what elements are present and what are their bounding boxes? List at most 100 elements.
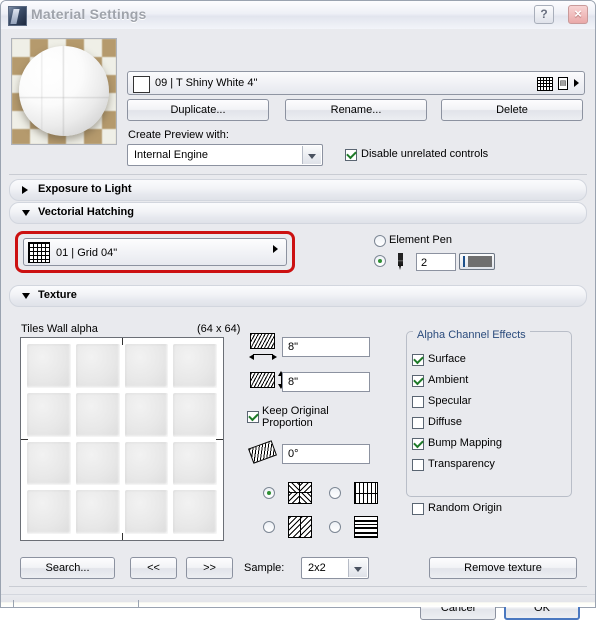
- close-icon[interactable]: ×: [568, 5, 588, 24]
- pen-number-input[interactable]: 2: [416, 253, 456, 271]
- alpha-transparency-checkbox[interactable]: [412, 459, 424, 471]
- help-button[interactable]: ?: [534, 5, 554, 24]
- alpha-diffuse-label: Diffuse: [428, 416, 463, 428]
- random-origin-checkbox[interactable]: [412, 503, 424, 515]
- app-icon: [8, 6, 27, 26]
- element-pen-radio[interactable]: [374, 235, 386, 247]
- disable-unrelated-checkbox[interactable]: [345, 149, 357, 161]
- tile: [124, 441, 169, 486]
- remove-texture-button[interactable]: Remove texture: [429, 557, 577, 579]
- section-hatching-label: Vectorial Hatching: [38, 206, 134, 218]
- alpha-surface-checkbox[interactable]: [412, 354, 424, 366]
- sample-select[interactable]: 2x2: [301, 557, 369, 579]
- pattern-normal-radio[interactable]: [263, 487, 275, 499]
- keep-proportion-label: Keep Original Proportion: [262, 405, 329, 429]
- section-exposure-label: Exposure to Light: [38, 183, 132, 195]
- pen-icon: [398, 253, 403, 270]
- next-button-label: >>: [203, 562, 216, 574]
- alpha-transparency-label: Transparency: [428, 458, 495, 470]
- origin-tick-right: [216, 439, 223, 440]
- element-pen-label: Element Pen: [389, 234, 452, 246]
- pattern-mirror-y-radio[interactable]: [263, 521, 275, 533]
- material-preview[interactable]: [11, 38, 117, 145]
- title-bar[interactable]: Material Settings ? ×: [1, 1, 595, 30]
- alpha-diffuse-checkbox[interactable]: [412, 417, 424, 429]
- pattern-normal-icon[interactable]: [288, 482, 312, 504]
- tile: [27, 344, 71, 388]
- document-icon[interactable]: ▤: [558, 77, 568, 90]
- pattern-mirror-x-radio[interactable]: [329, 487, 341, 499]
- chevron-down-icon-texture: [22, 293, 30, 299]
- disable-unrelated-label: Disable unrelated controls: [361, 148, 489, 160]
- texture-tile-grid: [27, 344, 217, 534]
- alpha-bump-mapping-label: Bump Mapping: [428, 437, 502, 449]
- pattern-mirror-xy-icon[interactable]: [354, 516, 378, 538]
- engine-select-value: Internal Engine: [134, 149, 208, 161]
- random-origin-label: Random Origin: [428, 502, 502, 514]
- section-exposure-to-light[interactable]: Exposure to Light: [9, 179, 587, 201]
- material-name-field[interactable]: 09 | T Shiny White 4" ▤: [127, 71, 585, 95]
- alpha-specular-checkbox[interactable]: [412, 396, 424, 408]
- tile: [75, 392, 120, 437]
- width-arrow-icon: [249, 351, 277, 360]
- origin-tick-left: [21, 439, 28, 440]
- texture-width-value: 8": [288, 341, 299, 353]
- texture-name-label: Tiles Wall alpha: [21, 323, 98, 335]
- grid-icon[interactable]: [537, 77, 553, 91]
- chevron-down-icon[interactable]: [302, 146, 321, 164]
- chevron-down-icon-hatching: [22, 210, 30, 216]
- expand-arrow-icon[interactable]: [574, 79, 579, 87]
- section-vectorial-hatching[interactable]: Vectorial Hatching: [9, 202, 587, 224]
- alpha-ambient-checkbox[interactable]: [412, 375, 424, 387]
- search-button[interactable]: Search...: [20, 557, 115, 579]
- hatch-select-value: 01 | Grid 04": [56, 247, 118, 259]
- engine-select[interactable]: Internal Engine: [127, 144, 323, 166]
- custom-pen-radio[interactable]: [374, 255, 386, 267]
- texture-angle-input[interactable]: 0°: [282, 444, 370, 464]
- sample-select-value: 2x2: [308, 562, 326, 574]
- material-color-swatch[interactable]: [133, 76, 150, 93]
- origin-tick-bottom: [122, 533, 123, 540]
- create-preview-label: Create Preview with:: [128, 129, 229, 141]
- texture-angle-value: 0°: [288, 448, 299, 460]
- divider-bottom: [9, 586, 587, 587]
- texture-height-icon: [250, 372, 275, 388]
- pattern-mirror-xy-radio[interactable]: [329, 521, 341, 533]
- prev-button-label: <<: [147, 562, 160, 574]
- alpha-channel-effects-title: Alpha Channel Effects: [413, 329, 530, 341]
- alpha-bump-mapping-checkbox[interactable]: [412, 438, 424, 450]
- tile: [27, 441, 71, 486]
- chevron-right-icon: [22, 186, 28, 194]
- rename-button[interactable]: Rename...: [285, 99, 427, 121]
- pattern-mirror-y-icon[interactable]: [288, 516, 312, 538]
- divider-top: [9, 174, 587, 175]
- pen-number-value: 2: [421, 257, 428, 269]
- chevron-down-icon-sample[interactable]: [348, 559, 367, 577]
- duplicate-button-label: Duplicate...: [170, 104, 226, 116]
- tile: [124, 490, 169, 534]
- origin-tick-top: [122, 338, 123, 345]
- dialog-body: 09 | T Shiny White 4" ▤ Duplicate... Ren…: [1, 29, 595, 620]
- texture-preview[interactable]: [20, 337, 224, 541]
- section-texture[interactable]: Texture: [9, 285, 587, 307]
- alpha-ambient-label: Ambient: [428, 374, 469, 386]
- prev-button[interactable]: <<: [130, 557, 177, 579]
- pattern-mirror-x-icon[interactable]: [354, 482, 378, 504]
- alpha-specular-label: Specular: [428, 395, 472, 407]
- next-button[interactable]: >>: [186, 557, 233, 579]
- pen-color-button[interactable]: [459, 253, 495, 270]
- texture-height-input[interactable]: 8": [282, 372, 370, 392]
- keep-proportion-checkbox[interactable]: [247, 411, 259, 423]
- delete-button[interactable]: Delete: [441, 99, 583, 121]
- tile: [173, 490, 217, 534]
- tile: [27, 392, 71, 437]
- hatch-select[interactable]: 01 | Grid 04": [23, 238, 287, 266]
- tile: [27, 490, 71, 534]
- hatch-expand-arrow-icon[interactable]: [273, 245, 278, 253]
- texture-width-input[interactable]: 8": [282, 337, 370, 357]
- tile: [173, 344, 217, 388]
- tile: [173, 441, 217, 486]
- duplicate-button[interactable]: Duplicate...: [127, 99, 269, 121]
- tile: [75, 344, 120, 388]
- delete-button-label: Delete: [496, 104, 528, 116]
